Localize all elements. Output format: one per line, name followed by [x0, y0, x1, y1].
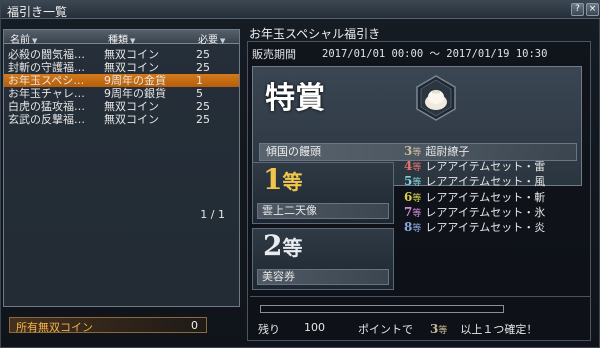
second-prize-title: 2等 [263, 229, 302, 262]
second-prize-item: 美容券 [257, 269, 389, 285]
sale-period-value: 2017/01/01 00:00 〜 2017/01/19 10:30 [322, 48, 548, 60]
list-row[interactable]: 玄武の反撃福… 無双コイン 25 [4, 113, 239, 126]
first-prize-title: 1等 [263, 163, 302, 196]
remaining-label: 残り [258, 323, 280, 336]
other-prizes-list: 3等 超尉繚子 4等 レアアイテムセット・雷 5等 レアアイテムセット・風 6等 レアアイテム… [404, 144, 584, 235]
first-prize-item: 雲上二天像 [257, 203, 389, 219]
sort-triangle-icon: ▼ [32, 37, 38, 45]
list-cell-name: 必殺の闘気福… [8, 48, 85, 61]
remaining-value: 100 [304, 321, 325, 334]
prize-rank-item: レアアイテムセット・氷 [425, 205, 546, 219]
list-row[interactable]: 必殺の闘気福… 無双コイン 25 [4, 48, 239, 61]
list-cell-name: 白虎の猛攻福… [8, 100, 85, 113]
list-row[interactable]: お年玉チャレ… 9周年の銀貨 5 [4, 87, 239, 100]
list-header: 名前 ▼ 種類 ▼ 必要 ▼ [4, 30, 239, 46]
list-cell-type: 9周年の金貨 [104, 74, 166, 87]
list-cell-name: お年玉チャレ… [8, 87, 85, 100]
column-header-type[interactable]: 種類 ▼ [108, 31, 136, 46]
guarantee-text: ポイントで 3等 以上１つ確定！ [358, 321, 537, 337]
guarantee-prefix: ポイントで [358, 323, 413, 336]
list-cell-required: 25 [196, 113, 210, 126]
prize-rank-kanji: 等 [412, 178, 422, 189]
sale-period-label: 販売期間 [252, 48, 296, 61]
list-row[interactable]: お年玉スペシ… 9周年の金貨 1 [4, 74, 239, 87]
second-prize-num: 2 [263, 229, 283, 262]
list-cell-name: 玄武の反撃福… [8, 113, 85, 126]
prize-rank-kanji: 等 [412, 193, 422, 204]
prize-rank-kanji: 等 [412, 163, 422, 174]
prize-rank-row[interactable]: 8等 レアアイテムセット・炎 [404, 220, 584, 235]
column-header-name-label: 名前 [10, 35, 30, 46]
list-row[interactable]: 封斬の守護福… 無双コイン 25 [4, 61, 239, 74]
close-button[interactable]: × [586, 3, 599, 16]
prize-rank-row[interactable]: 6等 レアアイテムセット・斬 [404, 190, 584, 205]
list-cell-type: 9周年の銀貨 [104, 87, 166, 100]
list-cell-required: 25 [196, 61, 210, 74]
prize-rank-row[interactable]: 7等 レアアイテムセット・氷 [404, 205, 584, 220]
prize-rank-item: レアアイテムセット・炎 [425, 220, 546, 234]
prize-rank-row[interactable]: 3等 超尉繚子 [404, 144, 584, 159]
list-cell-name: 封斬の守護福… [8, 61, 85, 74]
prize-rank-kanji: 等 [412, 223, 422, 234]
prize-rank-item: レアアイテムセット・雷 [425, 160, 546, 174]
second-prize-box[interactable]: 2等 美容券 [252, 228, 394, 290]
prize-rank-row[interactable]: 5等 レアアイテムセット・風 [404, 174, 584, 189]
sort-triangle-icon: ▼ [220, 37, 226, 45]
prize-rank-item: レアアイテムセット・斬 [425, 190, 546, 204]
list-cell-type: 無双コイン [104, 113, 159, 126]
bun-item-icon[interactable] [415, 75, 457, 121]
prize-rank-item: 超尉繚子 [425, 145, 470, 158]
lottery-list-panel: 名前 ▼ 種類 ▼ 必要 ▼ 必殺の闘気福… 無双コイン 25 封斬の守護福… 無双コイン 25… [3, 29, 240, 307]
list-cell-type: 無双コイン [104, 48, 159, 61]
remaining-count: 残り 100 [258, 321, 325, 337]
list-cell-required: 1 [196, 74, 203, 87]
prize-detail-panel: 販売期間 2017/01/01 00:00 〜 2017/01/19 10:30… [247, 41, 591, 341]
column-header-required-label: 必要 [198, 35, 218, 46]
column-header-type-label: 種類 [108, 35, 128, 46]
prize-rank-item: レアアイテムセット・風 [425, 175, 546, 189]
guarantee-progress-bar [260, 305, 504, 313]
owned-coins-value: 0 [191, 319, 198, 332]
owned-coins-label: 所有無双コイン [16, 321, 93, 334]
lottery-window: 福引き一覧 ? × 名前 ▼ 種類 ▼ 必要 ▼ 必殺の闘気福… 無双コイン 25 封斬の守… [0, 0, 600, 348]
lottery-list: 必殺の闘気福… 無双コイン 25 封斬の守護福… 無双コイン 25 お年玉スペシ… 9周年の金… [4, 48, 239, 126]
list-cell-name: お年玉スペシ… [8, 74, 85, 87]
column-header-name[interactable]: 名前 ▼ [10, 31, 38, 46]
list-cell-required: 25 [196, 48, 210, 61]
title-bar[interactable]: 福引き一覧 ? × [1, 1, 600, 19]
first-prize-num: 1 [263, 163, 283, 196]
prize-rank-kanji: 等 [412, 148, 422, 158]
prize-rank-row[interactable]: 4等 レアアイテムセット・雷 [404, 159, 584, 174]
owned-coins-bar: 所有無双コイン 0 [9, 317, 207, 334]
first-prize-kanji: 等 [282, 170, 303, 194]
column-header-required[interactable]: 必要 ▼ [198, 31, 226, 46]
guarantee-kanji: 等 [438, 326, 448, 336]
list-cell-type: 無双コイン [104, 100, 159, 113]
list-cell-required: 5 [196, 87, 203, 100]
window-title: 福引き一覧 [7, 5, 68, 19]
progress-area: 残り 100 ポイントで 3等 以上１つ確定！ [250, 296, 590, 338]
list-cell-type: 無双コイン [104, 61, 159, 74]
list-row[interactable]: 白虎の猛攻福… 無双コイン 25 [4, 100, 239, 113]
grand-prize-title: 特賞 [265, 81, 325, 116]
help-button[interactable]: ? [571, 3, 584, 16]
first-prize-box[interactable]: 1等 雲上二天像 [252, 162, 394, 224]
sort-triangle-icon: ▼ [130, 37, 136, 45]
guarantee-suffix: 以上１つ確定！ [460, 323, 538, 336]
detail-title: お年玉スペシャル福引き [249, 27, 381, 41]
list-cell-required: 25 [196, 100, 210, 113]
sale-period: 販売期間 2017/01/01 00:00 〜 2017/01/19 10:30 [252, 46, 586, 61]
second-prize-kanji: 等 [282, 236, 303, 260]
page-indicator: 1 / 1 [200, 208, 225, 221]
prize-rank-kanji: 等 [412, 208, 422, 219]
